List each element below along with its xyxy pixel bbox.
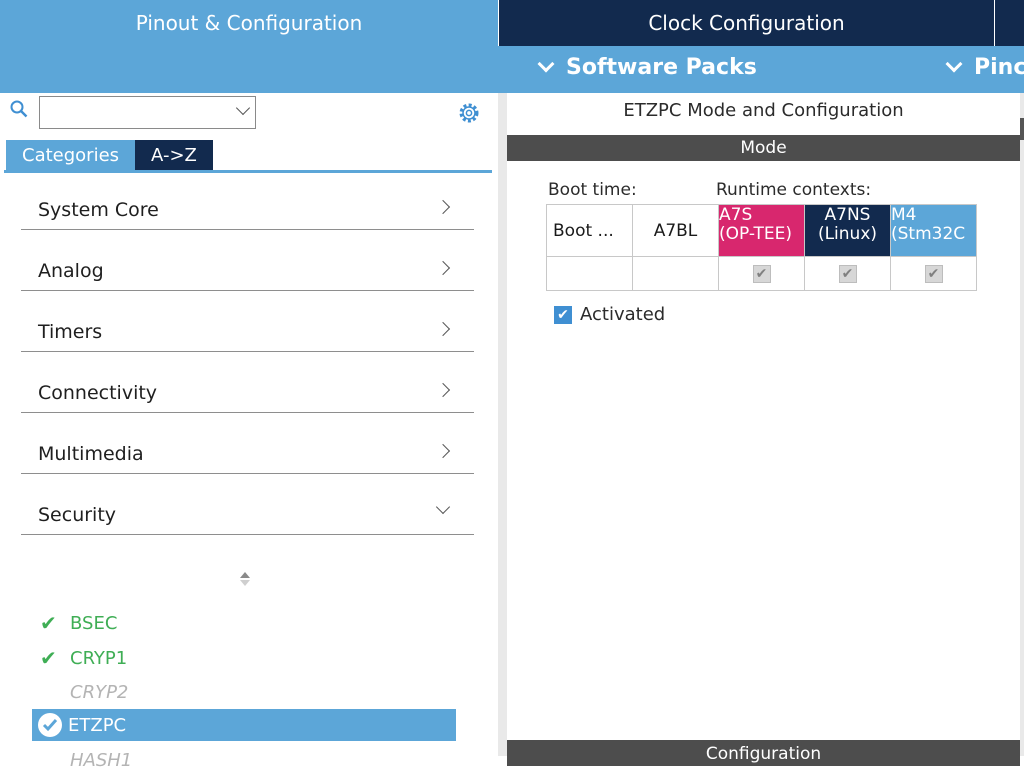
gear-icon[interactable] [457, 101, 481, 125]
category-system-core[interactable]: System Core [21, 192, 474, 230]
security-item-cryp2[interactable]: CRYP2 [70, 676, 128, 708]
pinout-menu-label: Pinc [974, 55, 1024, 80]
boot-time-label: Boot time: [548, 180, 637, 200]
context-name: M4 [891, 206, 917, 225]
tab-overflow[interactable] [994, 0, 1024, 46]
tab-clock-configuration[interactable]: Clock Configuration [498, 0, 994, 46]
security-item-bsec[interactable]: ✔ BSEC [40, 607, 117, 639]
a7bl-cell: A7BL [632, 204, 719, 257]
category-security[interactable]: Security [21, 497, 474, 535]
chevron-right-icon [435, 321, 451, 337]
component-panel: Categories A->Z System Core Analog Timer… [0, 93, 498, 771]
boot-cell: Boot ... [546, 204, 633, 257]
context-header-a7s: A7S (OP-TEE) [718, 204, 805, 257]
activated-label: Activated [580, 304, 666, 325]
security-item-label: HASH1 [70, 749, 133, 771]
runtime-contexts-label: Runtime contexts: [716, 180, 872, 200]
security-item-hash1[interactable]: HASH1 [70, 744, 132, 776]
activated-checkbox[interactable]: ✔ [554, 305, 572, 324]
tab-a-to-z[interactable]: A->Z [135, 140, 213, 170]
category-label: Timers [38, 321, 103, 343]
security-item-cryp1[interactable]: ✔ CRYP1 [40, 642, 127, 674]
category-timers[interactable]: Timers [21, 314, 474, 352]
sub-menu-bar: Software Packs Pinc [0, 46, 1024, 93]
context-table: Boot ... A7BL A7S (OP-TEE) A7NS (Linux) … [546, 204, 977, 291]
search-icon[interactable] [10, 100, 28, 118]
sort-icon[interactable] [238, 571, 252, 587]
context-header-a7ns: A7NS (Linux) [804, 204, 891, 257]
context-checkbox-m4[interactable]: ✔ [924, 264, 943, 283]
scrollbar-thumb[interactable] [1020, 118, 1024, 140]
panel-title: ETZPC Mode and Configuration [623, 100, 904, 121]
check-icon: ✔ [40, 646, 57, 670]
chevron-right-icon [435, 382, 451, 398]
chevron-right-icon [435, 443, 451, 459]
category-label: Security [38, 504, 117, 526]
panel-splitter[interactable] [498, 93, 507, 756]
security-item-label: CRYP2 [70, 681, 129, 703]
scrollbar[interactable] [1020, 93, 1024, 756]
context-os: (OP-TEE) [719, 225, 792, 244]
context-os: (Stm32C [891, 225, 966, 244]
security-item-label: CRYP1 [70, 647, 128, 669]
security-item-label: ETZPC [68, 714, 127, 736]
category-connectivity[interactable]: Connectivity [21, 375, 474, 413]
mode-section-header[interactable]: Mode [507, 135, 1020, 161]
security-item-etzpc[interactable]: ETZPC [32, 709, 456, 741]
context-cell-a7ns: ✔ [804, 256, 891, 291]
software-packs-menu[interactable]: Software Packs [537, 55, 757, 80]
tab-categories[interactable]: Categories [6, 140, 136, 170]
category-label: Connectivity [38, 382, 158, 404]
top-tab-bar: Pinout & Configuration Clock Configurati… [0, 0, 1024, 46]
empty-cell [546, 256, 633, 291]
context-os: (Linux) [817, 225, 878, 244]
context-checkbox-a7s[interactable]: ✔ [752, 264, 771, 283]
context-name: A7NS [824, 206, 871, 225]
tab-underline [4, 170, 492, 173]
category-tabs: Categories A->Z [6, 140, 213, 170]
chevron-right-icon [435, 199, 451, 215]
category-multimedia[interactable]: Multimedia [21, 436, 474, 474]
pinout-menu[interactable]: Pinc [945, 55, 1024, 80]
category-analog[interactable]: Analog [21, 253, 474, 291]
category-label: Analog [38, 260, 104, 282]
chevron-down-icon [537, 55, 555, 72]
chevron-right-icon [435, 260, 451, 276]
check-icon: ✔ [40, 611, 57, 635]
context-cell-a7s: ✔ [718, 256, 805, 291]
security-item-label: BSEC [70, 612, 118, 634]
activated-row: ✔ Activated [554, 304, 665, 325]
search-row [0, 93, 498, 133]
chevron-down-icon [435, 499, 451, 515]
context-cell-m4: ✔ [890, 256, 977, 291]
search-input[interactable] [39, 96, 256, 129]
context-name: A7S [719, 206, 753, 225]
tab-pinout-configuration[interactable]: Pinout & Configuration [0, 0, 498, 46]
empty-cell [632, 256, 719, 291]
chevron-down-icon [945, 55, 963, 72]
category-label: Multimedia [38, 443, 144, 465]
category-label: System Core [38, 199, 159, 221]
check-circle-icon [38, 713, 62, 737]
context-checkbox-a7ns[interactable]: ✔ [838, 264, 857, 283]
configuration-section-header[interactable]: Configuration [507, 740, 1020, 766]
context-header-m4: M4 (Stm32C [890, 204, 977, 257]
software-packs-label: Software Packs [566, 55, 757, 80]
mode-configuration-panel: ETZPC Mode and Configuration Mode Boot t… [507, 93, 1020, 766]
